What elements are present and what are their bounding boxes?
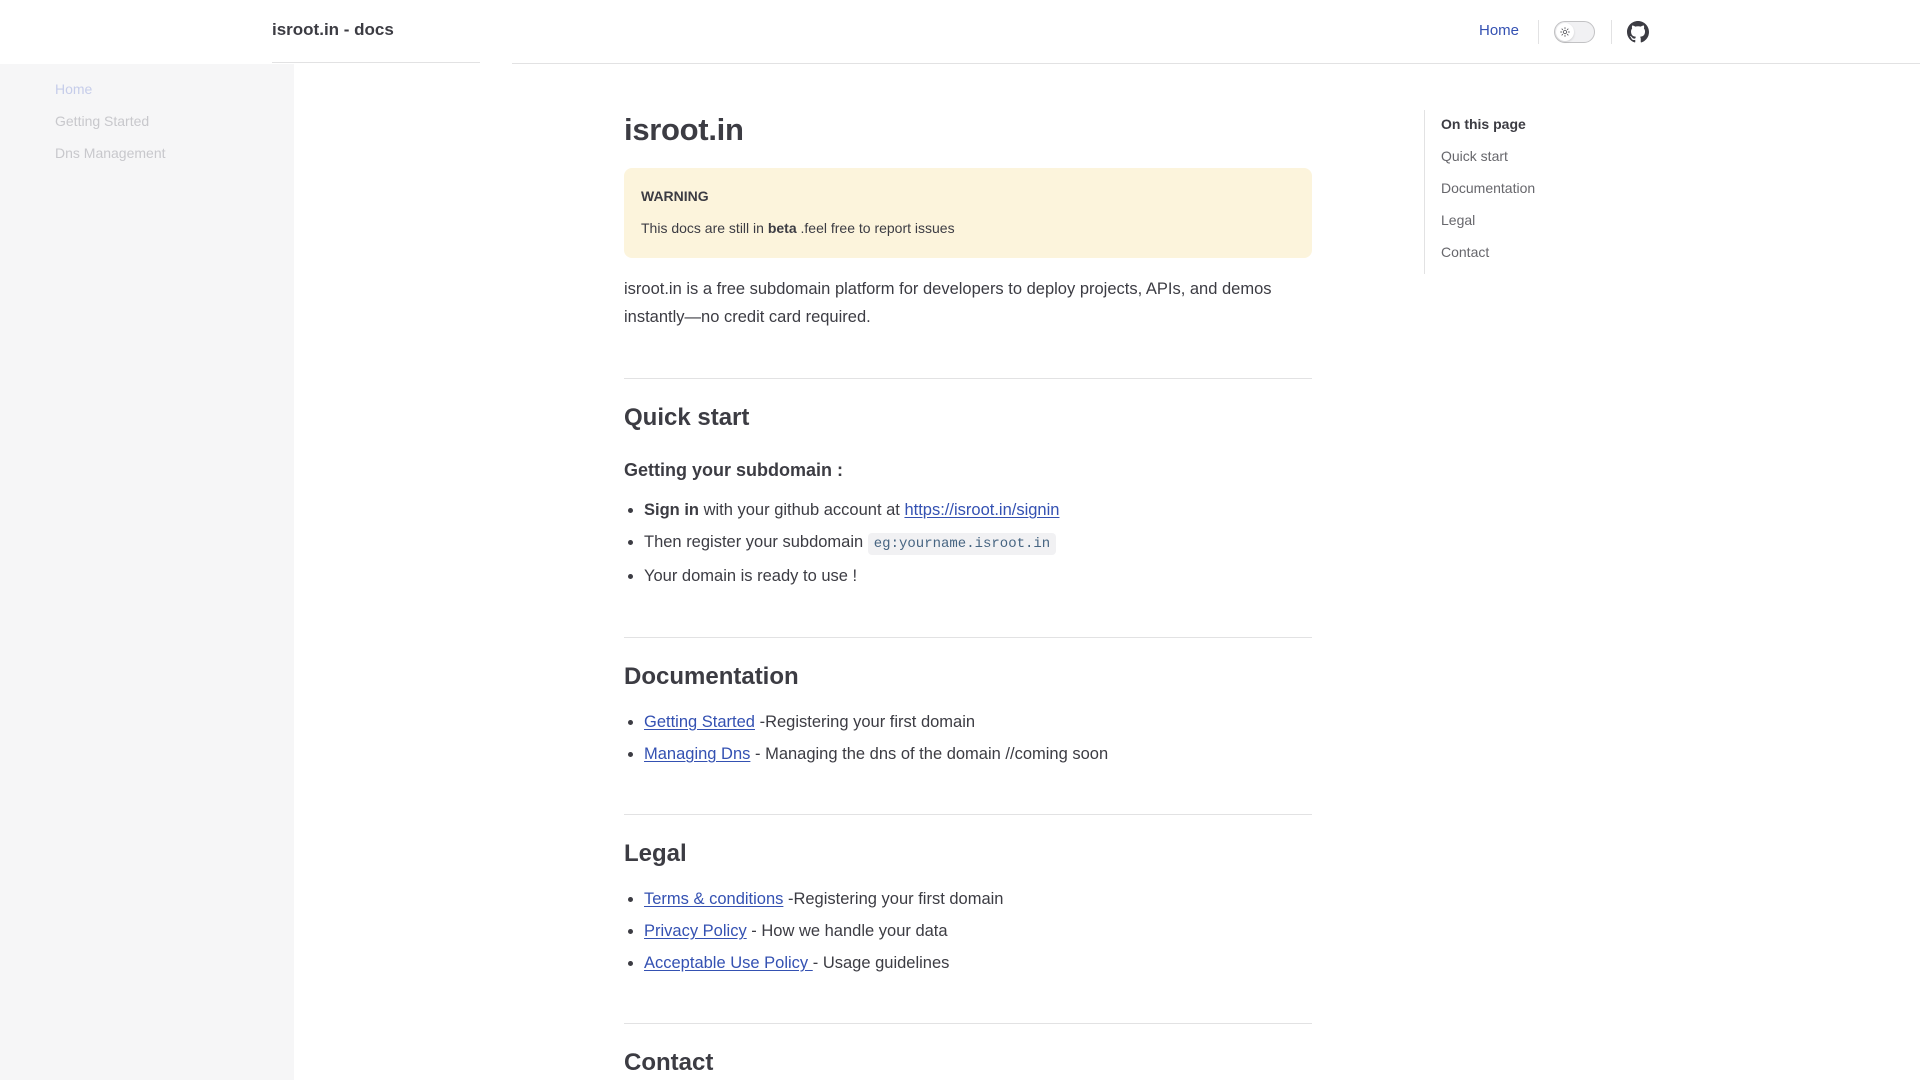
- legal-list: Terms & conditions -Registering your fir…: [644, 885, 1003, 981]
- subdomain-example-code: eg:yourname.isroot.in: [867, 533, 1057, 555]
- page-title: isroot.in: [624, 112, 744, 147]
- list-item: Getting Started -Registering your first …: [644, 708, 1108, 740]
- navbar-divider-right: [512, 63, 1920, 64]
- on-this-page-outline: On this page Quick start Documentation L…: [1424, 110, 1624, 274]
- list-item: Your domain is ready to use !: [644, 562, 1059, 594]
- nav-home-link[interactable]: Home: [1479, 22, 1519, 39]
- warning-title: WARNING: [641, 188, 709, 204]
- heading-documentation: Documentation: [624, 663, 799, 690]
- sun-icon: [1556, 23, 1574, 41]
- outline-item-contact[interactable]: Contact: [1441, 238, 1624, 270]
- list-item: Sign in with your github account at http…: [644, 496, 1059, 528]
- getting-started-link[interactable]: Getting Started: [644, 713, 755, 731]
- outline-item-documentation[interactable]: Documentation: [1441, 174, 1624, 206]
- section-divider: [624, 1023, 1312, 1024]
- intro-paragraph: isroot.in is a free subdomain platform f…: [624, 280, 1272, 326]
- outline-item-legal[interactable]: Legal: [1441, 206, 1624, 238]
- sidebar-item-getting-started[interactable]: Getting Started: [55, 113, 149, 129]
- quick-start-list: Sign in with your github account at http…: [644, 496, 1059, 594]
- sidebar-item-home[interactable]: Home: [55, 81, 92, 97]
- heading-legal: Legal: [624, 840, 687, 867]
- section-divider: [624, 814, 1312, 815]
- list-item: Terms & conditions -Registering your fir…: [644, 885, 1003, 917]
- heading-getting-your-subdomain: Getting your subdomain :: [624, 460, 843, 480]
- heading-contact: Contact: [624, 1049, 714, 1076]
- top-navbar: isroot.in - docs Home: [0, 0, 1920, 64]
- outline-item-quick-start[interactable]: Quick start: [1441, 142, 1624, 174]
- acceptable-use-policy-link[interactable]: Acceptable Use Policy: [644, 954, 813, 972]
- documentation-list: Getting Started -Registering your first …: [644, 708, 1108, 772]
- navbar-separator: [1611, 20, 1612, 44]
- section-divider: [624, 637, 1312, 638]
- navbar-divider-left: [272, 62, 480, 63]
- warning-callout: WARNING This docs are still in beta .fee…: [624, 168, 1312, 258]
- managing-dns-link[interactable]: Managing Dns: [644, 745, 750, 763]
- outline-title: On this page: [1441, 116, 1526, 132]
- list-item: Then register your subdomain eg:yourname…: [644, 528, 1059, 562]
- warning-text: This docs are still in beta .feel free t…: [641, 220, 955, 236]
- navbar-separator: [1538, 20, 1539, 44]
- sidebar-item-dns-management[interactable]: Dns Management: [55, 145, 166, 161]
- heading-quick-start: Quick start: [624, 404, 750, 431]
- section-divider: [624, 378, 1312, 379]
- list-item: Acceptable Use Policy - Usage guidelines: [644, 949, 1003, 981]
- terms-link[interactable]: Terms & conditions: [644, 890, 783, 908]
- list-item: Managing Dns - Managing the dns of the d…: [644, 740, 1108, 772]
- list-item: Privacy Policy - How we handle your data: [644, 917, 1003, 949]
- github-icon[interactable]: [1627, 21, 1649, 43]
- site-title[interactable]: isroot.in - docs: [272, 20, 394, 40]
- privacy-policy-link[interactable]: Privacy Policy: [644, 922, 747, 940]
- sidebar: Home Getting Started Dns Management: [0, 64, 294, 1080]
- theme-toggle-switch[interactable]: [1554, 21, 1595, 43]
- signin-link[interactable]: https://isroot.in/signin: [904, 501, 1059, 519]
